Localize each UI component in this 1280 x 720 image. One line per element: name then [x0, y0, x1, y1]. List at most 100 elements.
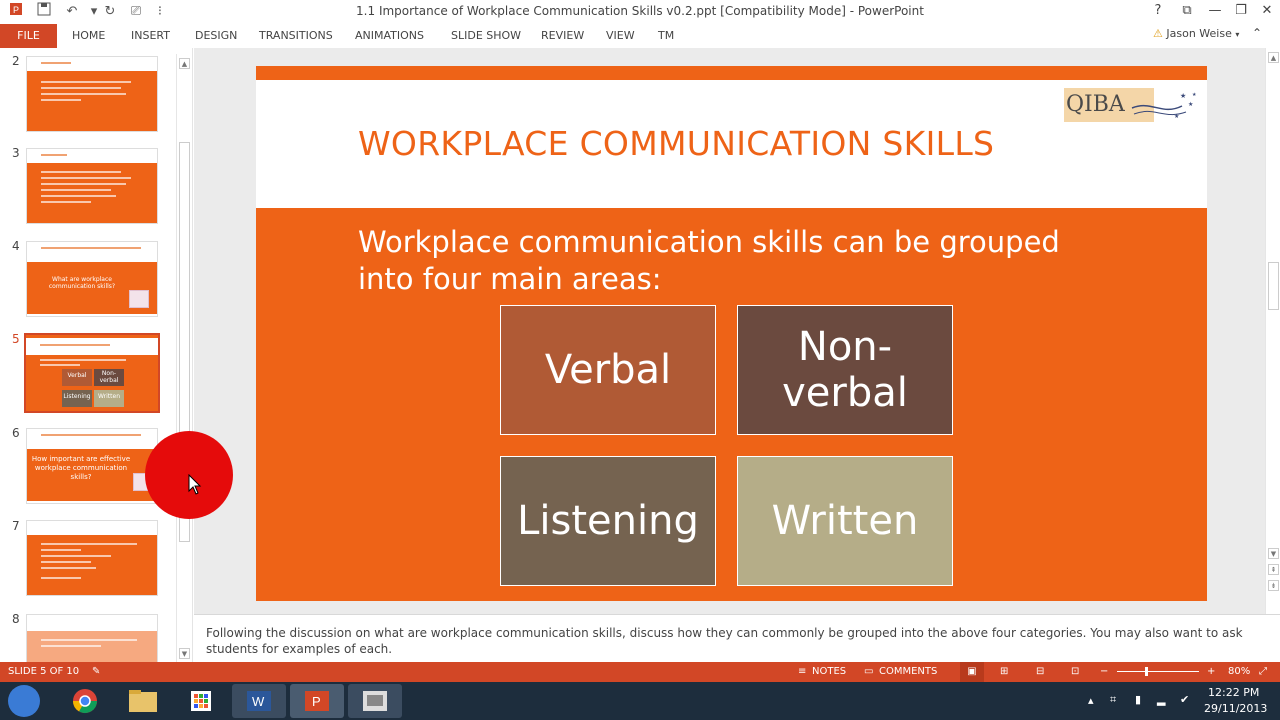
title-bar: P ↶ ▾ ↻ ⎚ ⁝ 1.1 Importance of Workplace … — [0, 0, 1280, 24]
thumb-box-listening: Listening — [62, 390, 92, 407]
tab-design[interactable]: DESIGN — [195, 24, 237, 48]
slide-title[interactable]: WORKPLACE COMMUNICATION SKILLS — [358, 124, 994, 163]
slide-thumbnail-5[interactable]: Verbal Non-verbal Listening Written — [24, 333, 160, 413]
slide-thumbnail-7[interactable] — [26, 520, 158, 596]
tab-view[interactable]: VIEW — [606, 24, 635, 48]
help-icon[interactable]: ? — [1143, 0, 1173, 22]
tab-review[interactable]: REVIEW — [541, 24, 584, 48]
tab-home[interactable]: HOME — [72, 24, 105, 48]
mouse-pointer-icon — [188, 474, 202, 495]
show-hidden-icons[interactable]: ▴ — [1088, 694, 1094, 707]
user-name: Jason Weise — [1166, 27, 1232, 40]
file-explorer-icon[interactable] — [116, 684, 170, 718]
slide-number: 7 — [12, 519, 20, 533]
tab-file[interactable]: FILE — [0, 24, 57, 48]
zoom-in-icon[interactable]: + — [1207, 662, 1215, 682]
svg-text:★: ★ — [1180, 92, 1186, 100]
svg-text:W: W — [252, 694, 265, 709]
user-account[interactable]: ⚠ Jason Weise ▾ — [1153, 24, 1239, 48]
slide-indicator: SLIDE 5 OF 10 — [8, 666, 80, 677]
previous-slide-icon[interactable]: ⇞ — [1268, 564, 1279, 575]
security-icon[interactable]: ✔ — [1180, 693, 1189, 706]
normal-view-icon[interactable]: ▣ — [960, 662, 984, 682]
slide-thumbnail-8[interactable] — [26, 614, 158, 662]
slide-sorter-icon[interactable]: ⊞ — [1000, 662, 1008, 682]
scrollbar-thumb[interactable] — [1268, 262, 1279, 310]
word-icon[interactable]: W — [232, 684, 286, 718]
svg-text:P: P — [312, 694, 321, 709]
windows-start-button[interactable] — [8, 685, 40, 717]
slide-scrollbar[interactable]: ▲ ▼ ⇞ ⇟ — [1265, 48, 1280, 614]
slide-body-text[interactable]: Workplace communication skills can be gr… — [358, 224, 1078, 298]
slide-show-icon[interactable]: ⊡ — [1071, 662, 1079, 682]
scroll-up-arrow[interactable]: ▲ — [179, 58, 190, 69]
slide-number: 4 — [12, 239, 20, 253]
thumb-box-verbal: Verbal — [62, 369, 92, 386]
slide-thumbnail-2[interactable] — [26, 56, 158, 132]
thumbnail-scrollbar[interactable]: ▲ ▼ — [176, 54, 192, 662]
close-button[interactable]: ✕ — [1252, 0, 1280, 22]
tab-insert[interactable]: INSERT — [131, 24, 170, 48]
slide-thumbnail-4[interactable]: What are workplace communication skills? — [26, 241, 158, 317]
zoom-slider[interactable] — [1117, 671, 1199, 672]
network-icon[interactable]: ⌗ — [1110, 693, 1116, 707]
window-title: 1.1 Importance of Workplace Communicatio… — [356, 4, 924, 18]
slide-top-band — [256, 66, 1207, 80]
box-non-verbal[interactable]: Non-verbal — [737, 305, 953, 435]
notes-icon[interactable]: ≡ — [798, 662, 806, 682]
thumb-box-written: Written — [94, 390, 124, 407]
slide-number: 6 — [12, 426, 20, 440]
reading-view-icon[interactable]: ⊟ — [1036, 662, 1044, 682]
tab-animations[interactable]: ANIMATIONS — [355, 24, 424, 48]
slide-number: 2 — [12, 54, 20, 68]
windows-taskbar: W P ▴ ⌗ ▮ ▂ ✔ 12:22 PM 29/11/2013 — [0, 682, 1280, 720]
svg-text:★: ★ — [1192, 92, 1197, 98]
zoom-out-icon[interactable]: − — [1100, 662, 1108, 682]
tab-slide-show[interactable]: SLIDE SHOW — [451, 24, 521, 48]
notes-pane[interactable]: Following the discussion on what are wor… — [194, 614, 1280, 662]
next-slide-icon[interactable]: ⇟ — [1268, 580, 1279, 591]
box-listening[interactable]: Listening — [500, 456, 716, 586]
comments-icon[interactable]: ▭ — [864, 662, 873, 682]
chrome-icon[interactable] — [58, 684, 112, 718]
ribbon-display-options-icon[interactable]: ⧉ — [1172, 0, 1202, 22]
screen-recorder-icon[interactable] — [348, 684, 402, 718]
zoom-slider-knob[interactable] — [1145, 667, 1148, 676]
svg-text:★: ★ — [1188, 101, 1193, 108]
fit-to-window-icon[interactable]: ⤢ — [1259, 662, 1267, 682]
powerpoint-taskbar-icon[interactable]: P — [290, 684, 344, 718]
box-verbal[interactable]: Verbal — [500, 305, 716, 435]
scroll-up-arrow[interactable]: ▲ — [1268, 52, 1279, 63]
chevron-down-icon: ▾ — [1235, 30, 1240, 39]
spelling-check-icon[interactable]: ✎ — [92, 662, 100, 682]
slide-number: 5 — [12, 332, 20, 346]
slide6-thumb-title: How important are effective workplace co… — [31, 455, 131, 481]
scroll-down-arrow[interactable]: ▼ — [1268, 548, 1279, 559]
battery-icon[interactable]: ▮ — [1135, 693, 1141, 706]
tab-transitions[interactable]: TRANSITIONS — [259, 24, 333, 48]
qiba-logo: QIBA ★ ★ ★ ★ — [1062, 86, 1202, 128]
thumb-box-non-verbal: Non-verbal — [94, 369, 124, 386]
ribbon-tabs: FILE HOME INSERT DESIGN TRANSITIONS ANIM… — [0, 24, 1280, 48]
box-written[interactable]: Written — [737, 456, 953, 586]
slide4-thumb-title: What are workplace communication skills? — [48, 276, 116, 290]
status-bar: SLIDE 5 OF 10 ✎ ≡ NOTES ▭ COMMENTS ▣ ⊞ ⊟… — [0, 662, 1280, 682]
scroll-down-arrow[interactable]: ▼ — [179, 648, 190, 659]
current-slide[interactable]: QIBA ★ ★ ★ ★ WORKPLACE COMMUNICATION SKI… — [256, 66, 1207, 601]
slide-thumbnail-6[interactable]: How important are effective workplace co… — [26, 428, 158, 504]
clock-date[interactable]: 29/11/2013 — [1204, 702, 1267, 715]
thumb-picture — [129, 290, 149, 308]
zoom-level[interactable]: 80% — [1228, 662, 1250, 682]
clock-time[interactable]: 12:22 PM — [1208, 686, 1259, 699]
app-grid-icon[interactable] — [174, 684, 228, 718]
slide-editing-area[interactable]: QIBA ★ ★ ★ ★ WORKPLACE COMMUNICATION SKI… — [194, 48, 1265, 614]
comments-button[interactable]: COMMENTS — [879, 662, 937, 682]
collapse-ribbon-icon[interactable]: ⌃ — [1252, 26, 1262, 40]
tab-tm[interactable]: TM — [658, 24, 674, 48]
signal-icon[interactable]: ▂ — [1157, 693, 1165, 706]
slide-number: 8 — [12, 612, 20, 626]
slide-thumbnail-3[interactable] — [26, 148, 158, 224]
notes-button[interactable]: NOTES — [812, 662, 846, 682]
notes-text[interactable]: Following the discussion on what are wor… — [206, 625, 1256, 657]
slide-thumbnail-pane[interactable]: 2 3 4 What are workplace communication s… — [0, 48, 193, 662]
